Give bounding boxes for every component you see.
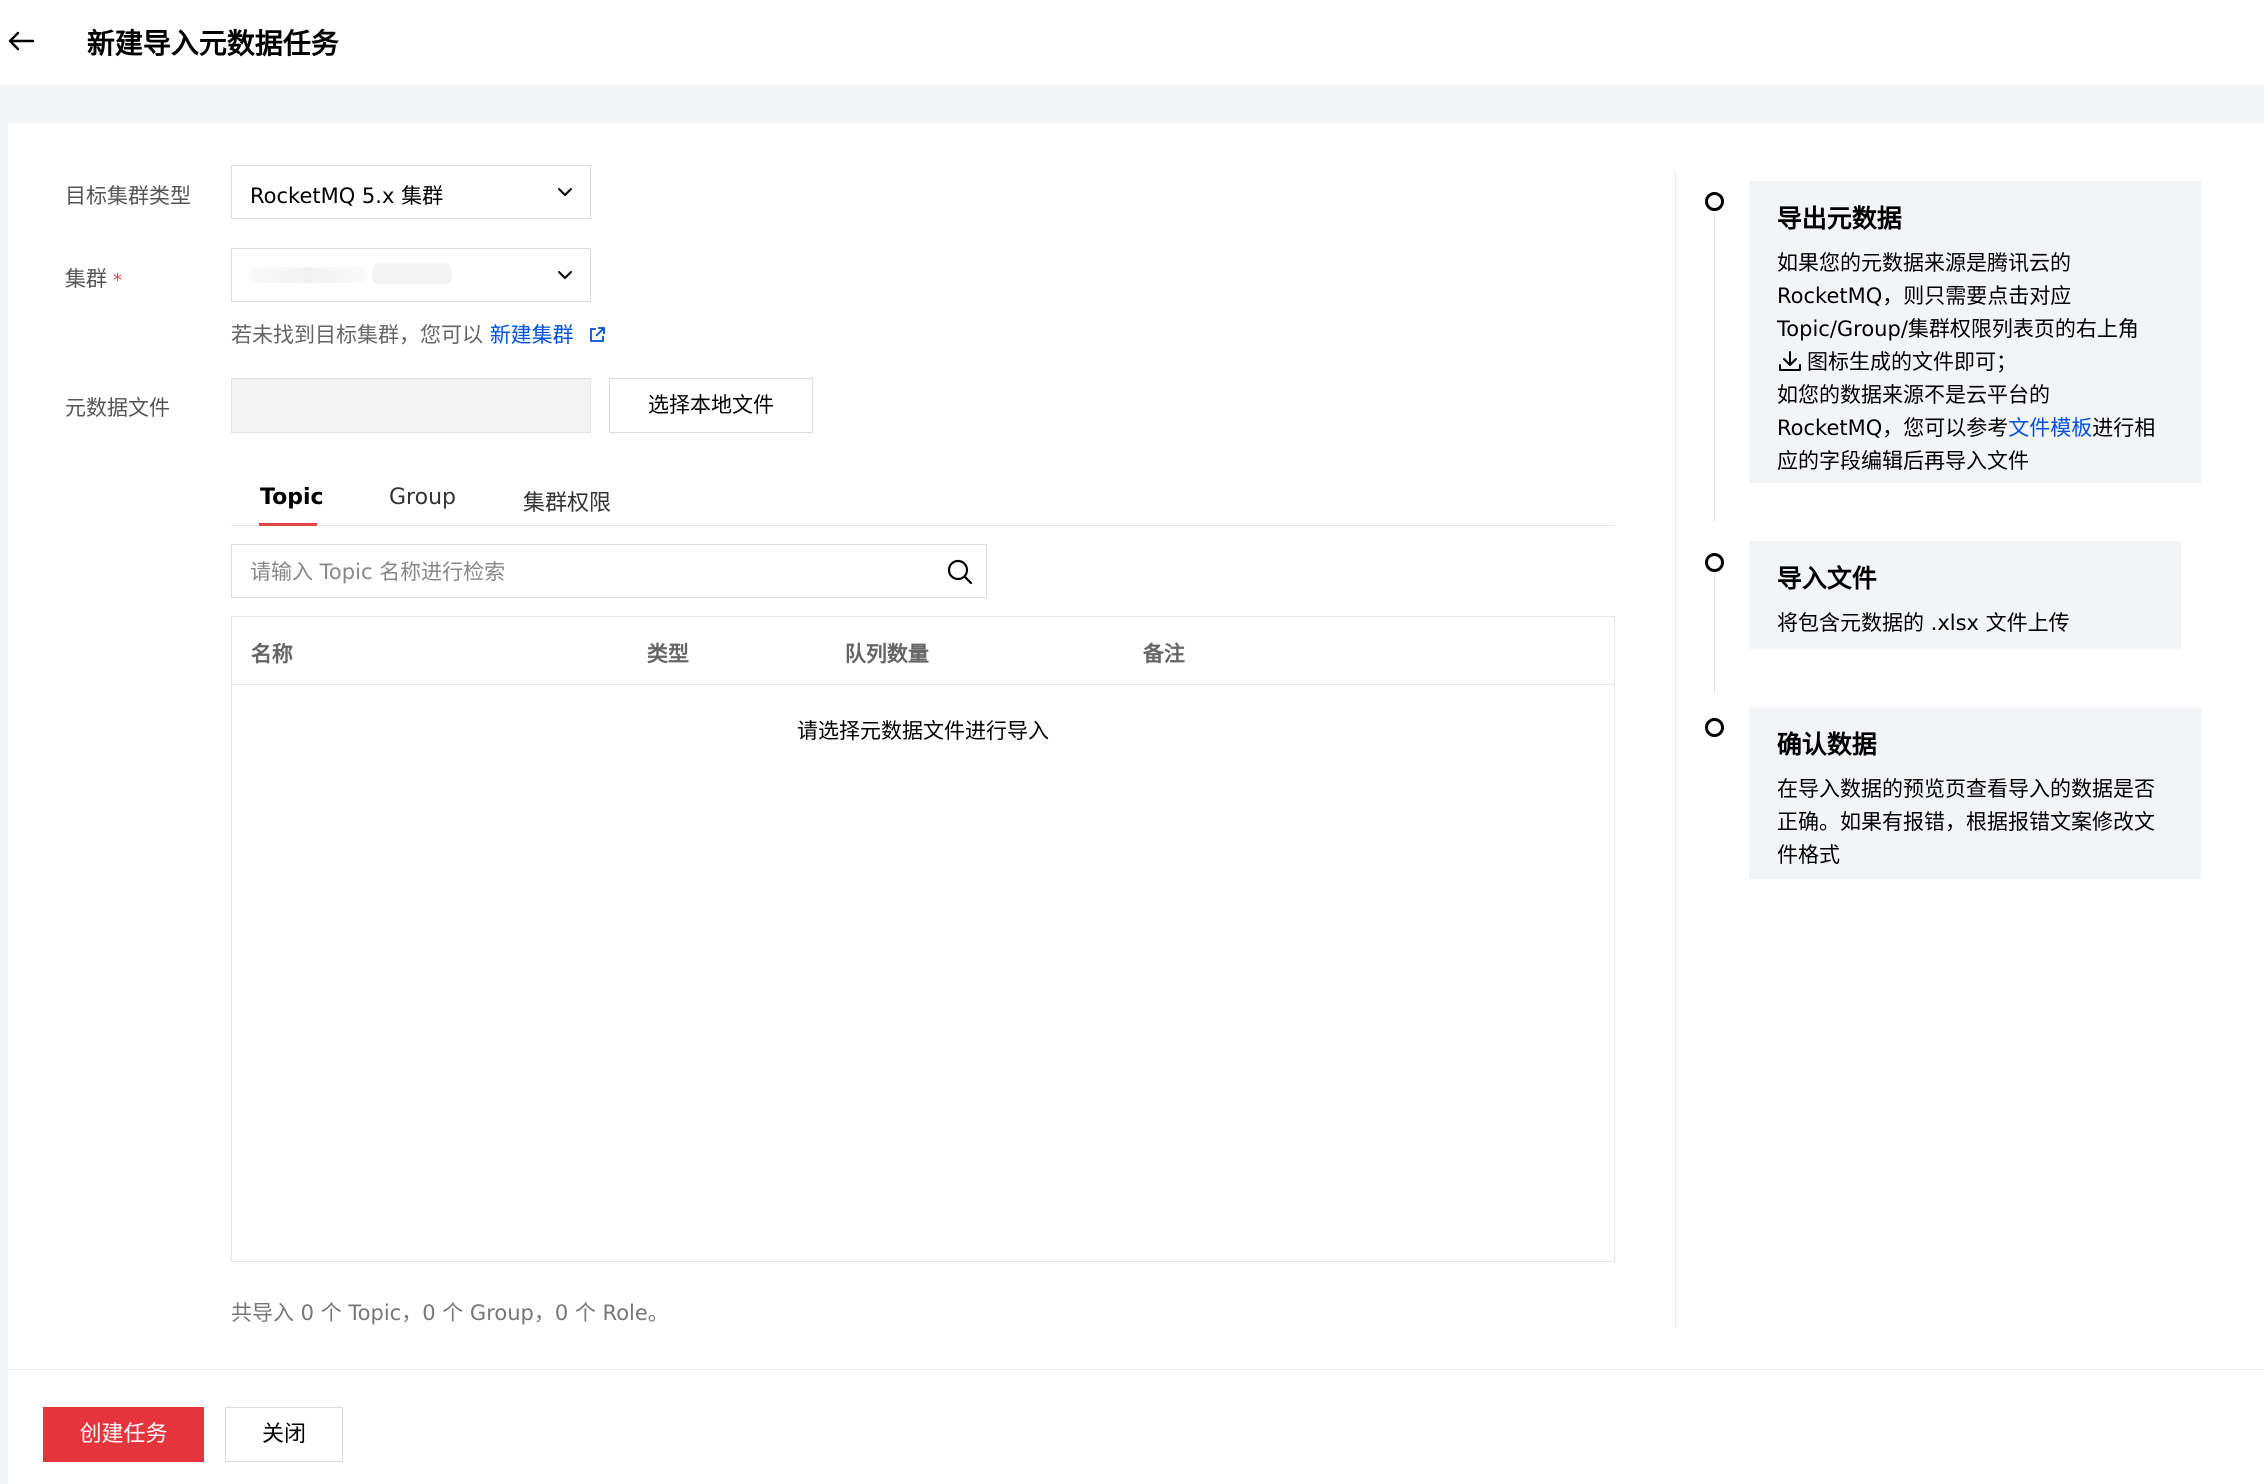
step-3-line: 在导入数据的预览页查看导入的数据是否 [1777, 777, 2155, 801]
topic-table: 名称 类型 队列数量 备注 请选择元数据文件进行导入 [231, 616, 1615, 1262]
step-1-line-text: 图标生成的文件即可； [1807, 350, 2017, 374]
step-1-line-text: RocketMQ，您可以参考 [1777, 416, 2009, 440]
step-1-line: RocketMQ，则只需要点击对应 [1777, 284, 2072, 308]
step-1-line: 如您的数据来源不是云平台的 [1777, 383, 2050, 407]
step-1-marker [1705, 192, 1724, 211]
select-local-file-button[interactable]: 选择本地文件 [609, 378, 813, 433]
tab-bar: Topic Group 集群权限 [231, 480, 1615, 526]
search-icon[interactable] [946, 558, 974, 586]
cluster-type-select[interactable]: RocketMQ 5.x 集群 [231, 165, 591, 219]
tab-group[interactable]: Group [389, 485, 456, 510]
topic-search-input[interactable] [250, 557, 930, 587]
step-3-marker [1705, 718, 1724, 737]
column-header-name: 名称 [251, 642, 293, 666]
redacted-cluster-value-2 [372, 263, 452, 285]
column-header-remark: 备注 [1143, 642, 1185, 666]
required-mark: * [113, 270, 122, 291]
step-1-line: 如果您的元数据来源是腾讯云的 [1777, 251, 2071, 275]
chevron-down-icon [558, 271, 572, 279]
close-button[interactable]: 关闭 [225, 1407, 343, 1462]
step-1-line: 应的字段编辑后再导入文件 [1777, 449, 2029, 473]
create-task-button[interactable]: 创建任务 [43, 1407, 204, 1462]
file-template-link[interactable]: 文件模板 [2008, 416, 2092, 440]
step-1-line: 图标生成的文件即可； [1777, 346, 2173, 379]
step-3-title: 确认数据 [1777, 730, 1878, 759]
step-3-line: 正确。如果有报错，根据报错文案修改文 [1777, 810, 2155, 834]
page-title: 新建导入元数据任务 [87, 27, 340, 60]
step-1-title: 导出元数据 [1777, 204, 1903, 233]
external-link-icon[interactable] [588, 326, 606, 344]
step-2-description: 将包含元数据的 .xlsx 文件上传 [1777, 611, 2070, 635]
tab-cluster-permissions[interactable]: 集群权限 [523, 485, 611, 517]
step-2-marker [1705, 553, 1724, 572]
column-header-type: 类型 [647, 642, 689, 666]
back-arrow-icon[interactable] [6, 26, 36, 56]
page-background-edge [0, 85, 8, 1484]
footer-divider [8, 1369, 2264, 1370]
active-tab-indicator [259, 523, 317, 526]
cluster-hint: 若未找到目标集群，您可以 新建集群 [231, 319, 606, 349]
metadata-file-label: 元数据文件 [65, 396, 170, 420]
chevron-down-icon [558, 188, 572, 196]
file-name-display [231, 378, 591, 433]
step-1-description: 如果您的元数据来源是腾讯云的 RocketMQ，则只需要点击对应 Topic/G… [1777, 247, 2173, 478]
step-connector [1714, 573, 1715, 693]
step-2-title: 导入文件 [1777, 564, 1878, 593]
table-header: 名称 类型 队列数量 备注 [232, 617, 1614, 685]
cluster-hint-text: 若未找到目标集群，您可以 [231, 323, 483, 347]
cluster-type-label: 目标集群类型 [65, 184, 191, 208]
step-3-line: 件格式 [1777, 843, 1840, 867]
step-export-metadata: 导出元数据 如果您的元数据来源是腾讯云的 RocketMQ，则只需要点击对应 T… [1749, 181, 2201, 483]
download-icon [1779, 351, 1801, 371]
topic-search-box [231, 544, 987, 598]
tab-topic[interactable]: Topic [260, 485, 324, 510]
import-summary: 共导入 0 个 Topic，0 个 Group，0 个 Role。 [231, 1301, 669, 1325]
step-confirm-data: 确认数据 在导入数据的预览页查看导入的数据是否 正确。如果有报错，根据报错文案修… [1749, 707, 2201, 879]
panel-divider [1675, 170, 1676, 1328]
step-1-line-text: 进行相 [2092, 416, 2156, 440]
cluster-label-text: 集群 [65, 267, 107, 291]
new-cluster-link[interactable]: 新建集群 [490, 323, 574, 347]
cluster-type-value: RocketMQ 5.x 集群 [250, 184, 444, 208]
cluster-label: 集群 * [65, 263, 122, 293]
step-connector [1714, 212, 1715, 522]
step-3-description: 在导入数据的预览页查看导入的数据是否 正确。如果有报错，根据报错文案修改文 件格… [1777, 773, 2173, 872]
step-1-line: Topic/Group/集群权限列表页的右上角 [1777, 317, 2139, 341]
redacted-cluster-value [248, 267, 368, 283]
page-background-band [0, 85, 2264, 123]
page-header: 新建导入元数据任务 [0, 0, 2264, 85]
column-header-queue-count: 队列数量 [845, 642, 929, 666]
table-empty-state: 请选择元数据文件进行导入 [797, 719, 1049, 743]
step-import-file: 导入文件 将包含元数据的 .xlsx 文件上传 [1749, 541, 2181, 649]
step-1-line: RocketMQ，您可以参考文件模板进行相 [1777, 412, 2173, 445]
cluster-select[interactable] [231, 248, 591, 302]
